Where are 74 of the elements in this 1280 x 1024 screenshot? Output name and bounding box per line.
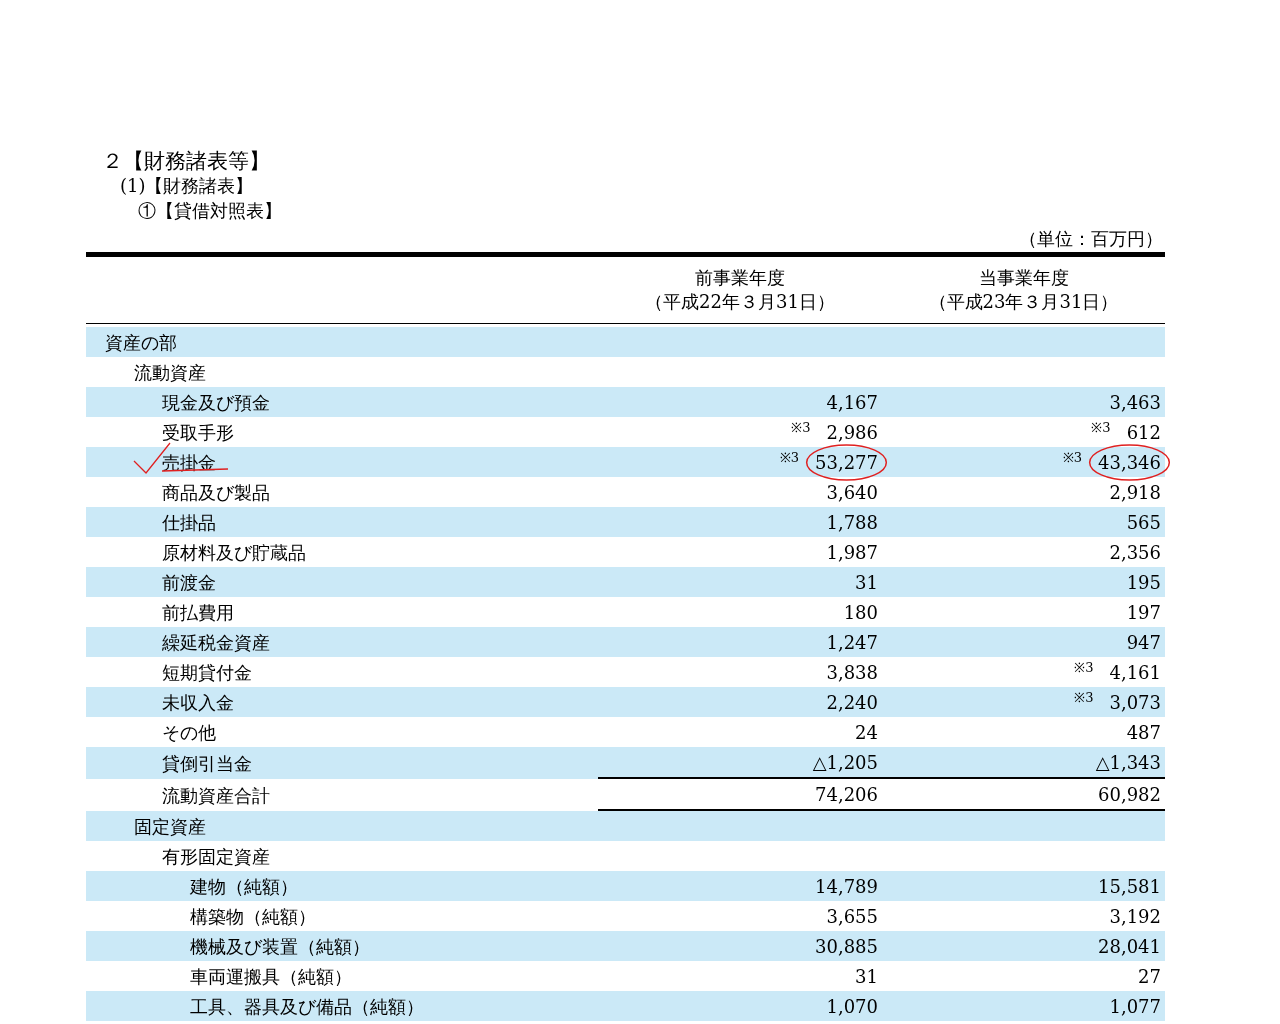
- footnote-mark: ※3: [1062, 449, 1082, 468]
- amount: 1,077: [1109, 995, 1161, 1017]
- footnote-mark: ※3: [1074, 689, 1094, 708]
- section-heading: (1)【財務諸表】: [119, 174, 255, 198]
- amount: △1,343: [1095, 751, 1161, 773]
- amount: 180: [843, 601, 878, 623]
- amount: 27: [1138, 965, 1161, 987]
- row-label: 未収入金: [162, 690, 234, 715]
- row-label: 固定資産: [134, 814, 206, 839]
- amount: 3,073: [1109, 691, 1161, 713]
- amount: 3,655: [826, 905, 878, 927]
- amount: 1,788: [826, 511, 878, 533]
- unit-label: （単位：百万円）: [1019, 227, 1163, 251]
- row-label: 商品及び製品: [162, 480, 270, 505]
- amount: 43,346: [1098, 451, 1161, 473]
- row-label: 仕掛品: [162, 510, 216, 535]
- row-label: 建物（純額）: [190, 874, 298, 899]
- row-label: 工具、器具及び備品（純額）: [190, 994, 424, 1019]
- amount: 2,918: [1109, 481, 1161, 503]
- amount: 1,247: [826, 631, 878, 653]
- row-label: 流動資産合計: [162, 783, 270, 808]
- row-label: 構築物（純額）: [190, 904, 316, 929]
- row-label: 有形固定資産: [162, 844, 270, 869]
- amount: 53,277: [815, 451, 878, 473]
- amount: 947: [1126, 631, 1161, 653]
- row-label: 短期貸付金: [162, 660, 252, 685]
- section-heading: ①【貸借対照表】: [137, 199, 283, 223]
- row-label: 受取手形: [162, 420, 234, 445]
- amount: △1,205: [812, 751, 878, 773]
- footnote-mark: ※3: [1091, 419, 1111, 438]
- row-label: 資産の部: [105, 330, 177, 355]
- amount: 24: [855, 721, 878, 743]
- amount: 60,982: [1098, 783, 1161, 805]
- amount: 3,192: [1109, 905, 1161, 927]
- amount: 612: [1126, 421, 1161, 443]
- amount: 1,987: [826, 541, 878, 563]
- amount: 31: [855, 965, 878, 987]
- amount: 74,206: [815, 783, 878, 805]
- section-heading: ２【財務諸表等】: [101, 148, 271, 174]
- amount: 195: [1126, 571, 1161, 593]
- row-label: 車両運搬具（純額）: [190, 964, 352, 989]
- row-label: 流動資産: [134, 360, 206, 385]
- row-label: 機械及び装置（純額）: [190, 934, 370, 959]
- footnote-mark: ※3: [1074, 659, 1094, 678]
- amount: 30,885: [815, 935, 878, 957]
- footnote-mark: ※3: [779, 449, 799, 468]
- amount: 565: [1126, 511, 1161, 533]
- amount: 487: [1126, 721, 1161, 743]
- amount: 28,041: [1098, 935, 1161, 957]
- footnote-mark: ※3: [791, 419, 811, 438]
- column-header: 前事業年度: [695, 266, 785, 290]
- column-header: 当事業年度: [978, 266, 1069, 290]
- column-date: （平成22年３月31日）: [645, 290, 835, 314]
- amount: 3,838: [826, 661, 878, 683]
- row-label: 貸倒引当金: [162, 751, 252, 776]
- row-label: その他: [162, 720, 216, 745]
- amount: 4,167: [826, 391, 878, 413]
- row-label: 現金及び預金: [162, 390, 270, 415]
- amount: 2,240: [826, 691, 878, 713]
- amount: 2,356: [1109, 541, 1161, 563]
- amount: 4,161: [1109, 661, 1161, 683]
- amount: 3,463: [1109, 391, 1161, 413]
- amount: 14,789: [815, 875, 878, 897]
- amount: 197: [1126, 601, 1161, 623]
- row-label: 前払費用: [162, 600, 234, 625]
- row-label: 繰延税金資産: [162, 630, 270, 655]
- amount: 31: [855, 571, 878, 593]
- amount: 3,640: [826, 481, 878, 503]
- column-date: （平成23年３月31日）: [928, 290, 1119, 314]
- row-label: 前渡金: [162, 570, 216, 595]
- row-label: 原材料及び貯蔵品: [162, 540, 306, 565]
- amount: 1,070: [826, 995, 878, 1017]
- amount: 2,986: [826, 421, 878, 443]
- amount: 15,581: [1098, 875, 1161, 897]
